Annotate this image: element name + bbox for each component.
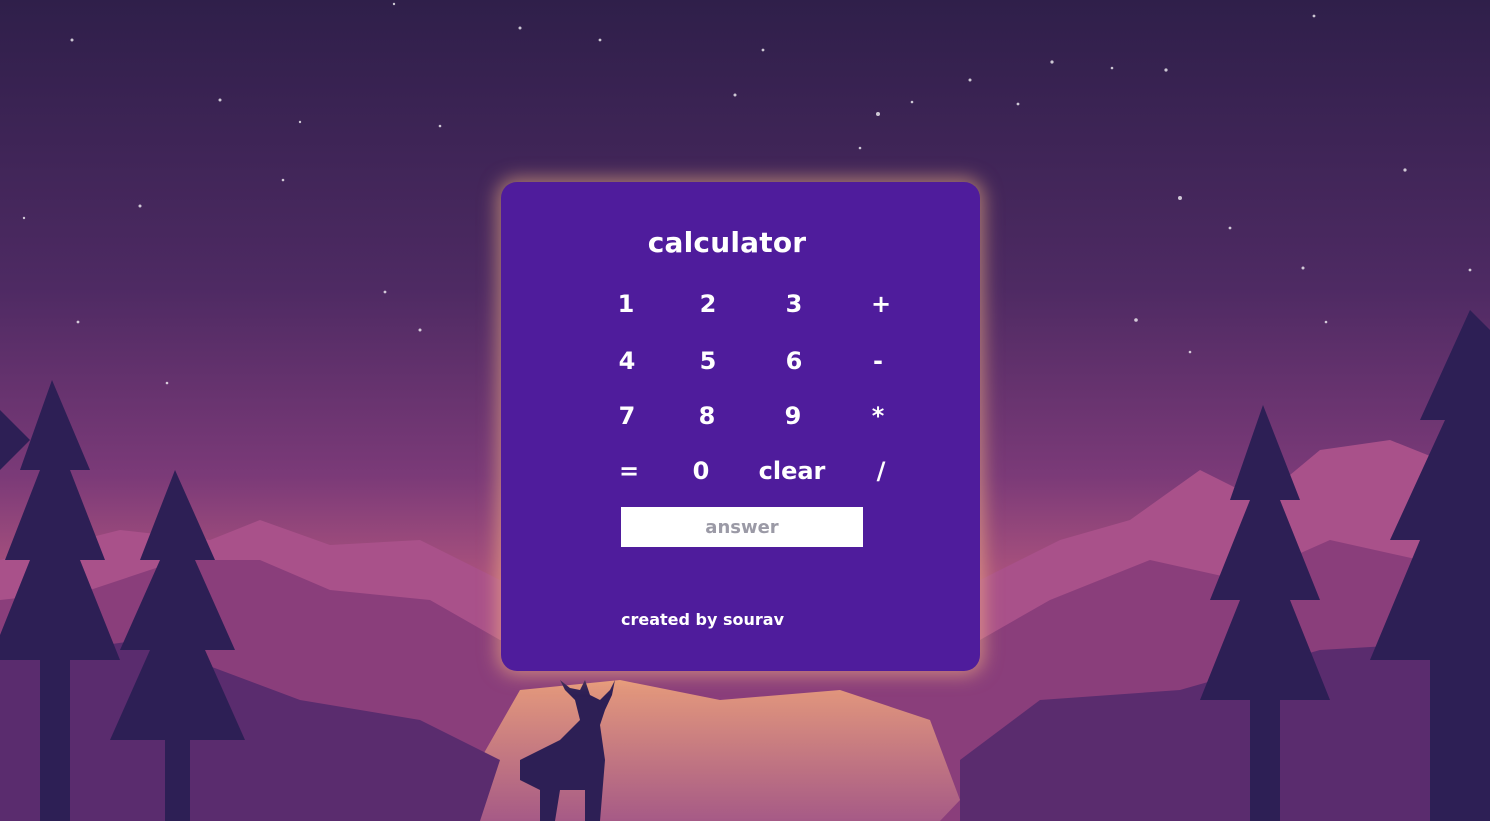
subtract-operator-button[interactable]: - — [843, 341, 913, 381]
digit-3-button[interactable]: 3 — [759, 284, 829, 324]
page-title: calculator — [647, 226, 807, 259]
answer-field[interactable] — [621, 507, 863, 547]
digit-7-button[interactable]: 7 — [592, 396, 662, 436]
multiply-operator-button[interactable]: * — [843, 396, 913, 436]
equals-button[interactable]: = — [594, 451, 664, 491]
add-operator-button[interactable]: + — [846, 284, 916, 324]
digit-8-button[interactable]: 8 — [672, 396, 742, 436]
digit-1-button[interactable]: 1 — [591, 284, 661, 324]
digit-6-button[interactable]: 6 — [759, 341, 829, 381]
author-credit: created by sourav — [621, 610, 785, 629]
digit-9-button[interactable]: 9 — [758, 396, 828, 436]
digit-0-button[interactable]: 0 — [666, 451, 736, 491]
digit-2-button[interactable]: 2 — [673, 284, 743, 324]
digit-4-button[interactable]: 4 — [592, 341, 662, 381]
clear-button[interactable]: clear — [757, 451, 827, 491]
digit-5-button[interactable]: 5 — [673, 341, 743, 381]
calculator-panel: calculator 1 2 3 + 4 5 6 - 7 8 9 * = 0 c… — [501, 182, 980, 671]
divide-operator-button[interactable]: / — [846, 451, 916, 491]
